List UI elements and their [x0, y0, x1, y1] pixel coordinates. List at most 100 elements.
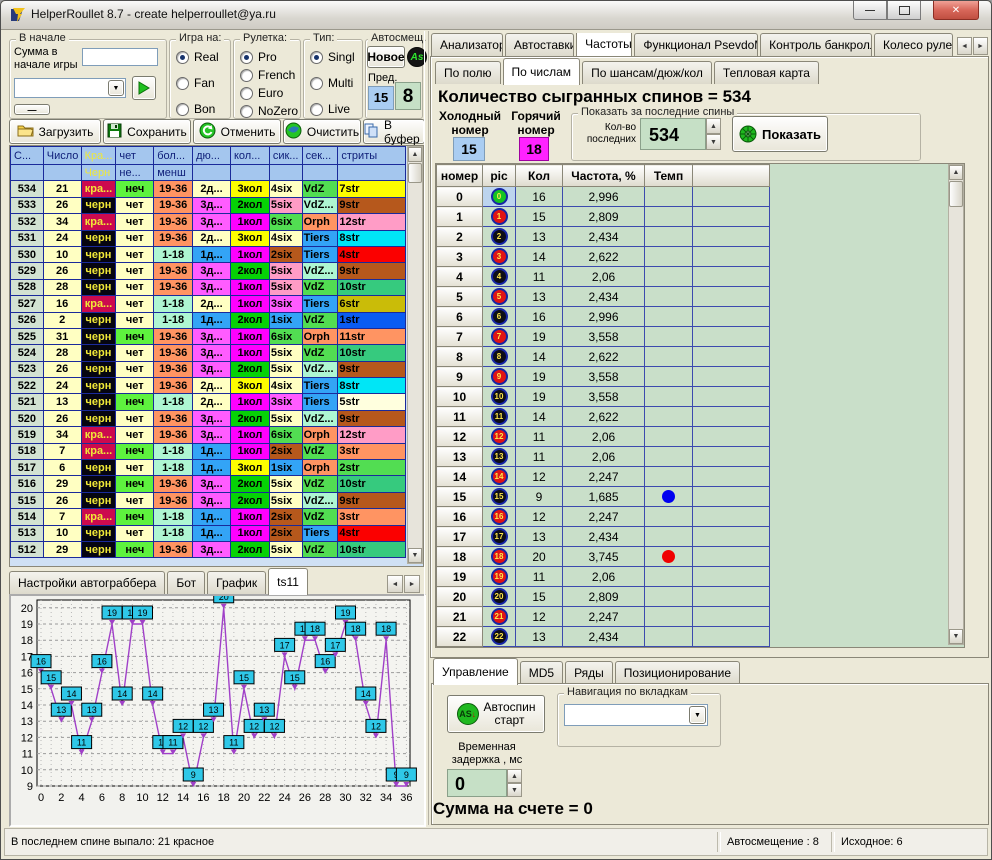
table-row[interactable]: 1111142,622 [437, 407, 770, 427]
tabs-right-arrow-icon[interactable]: ► [404, 575, 420, 593]
radio-singl[interactable]: Singl [310, 50, 355, 64]
radio-real[interactable]: Real [176, 50, 219, 64]
table-row[interactable]: 1717132,434 [437, 527, 770, 547]
table-row[interactable]: 52326чернчет19-363д...2кол5sixVdZ...9str [11, 361, 406, 377]
radio-multi[interactable]: Multi [310, 76, 353, 90]
scroll-down-icon[interactable]: ▼ [408, 548, 422, 563]
freq-scrollbar[interactable]: ▲ ▼ [948, 164, 964, 645]
scroll-up-icon[interactable]: ▲ [408, 147, 422, 162]
table-row[interactable]: 53010чернчет1-181д...1кол2sixTiers4str [11, 246, 406, 262]
freq-scroll-down-icon[interactable]: ▼ [949, 629, 963, 644]
scroll-thumb[interactable] [408, 163, 422, 183]
table-row[interactable]: 5187кра...неч1-181д...1кол2sixVdZ3str [11, 443, 406, 459]
table-row[interactable]: 00162,996 [437, 187, 770, 207]
table-row[interactable]: 52828чернчет19-363д...1кол5sixVdZ10str [11, 279, 406, 295]
delay-spinner-value[interactable]: 0 [447, 769, 507, 797]
table-row[interactable]: 51526чернчет19-363д...2кол5sixVdZ...9str [11, 492, 406, 508]
freq-subtab-1[interactable]: По полю [435, 61, 501, 84]
grabber-tab-1[interactable]: Настройки автограббера [9, 571, 165, 594]
freq-scroll-thumb[interactable] [949, 181, 963, 207]
radio-french[interactable]: French [240, 68, 295, 82]
table-row[interactable]: 52531черннеч19-363д...1кол6sixOrph11str [11, 328, 406, 344]
splitter[interactable] [424, 31, 429, 825]
freq-subtab-3[interactable]: По шансам/дюж/кол [582, 61, 712, 84]
table-row[interactable]: 1414122,247 [437, 467, 770, 487]
tabs-left-arrow-icon[interactable]: ◄ [387, 575, 403, 593]
play-button[interactable] [132, 76, 156, 100]
radio-bon[interactable]: Bon [176, 102, 215, 116]
control-tab-1[interactable]: Управление [433, 658, 518, 685]
table-row[interactable]: 1313112,06 [437, 447, 770, 467]
table-row[interactable]: 5176чернчет1-181д...3кол1sixOrph2str [11, 460, 406, 476]
close-button[interactable]: ✕ [933, 1, 979, 20]
show-button[interactable]: Показать [732, 116, 828, 152]
spinner-down-icon[interactable]: ▼ [507, 783, 522, 797]
toolbar-button-4[interactable]: Очистить [283, 119, 361, 144]
grabber-tab-2[interactable]: Бот [167, 571, 205, 594]
analyzer-tab-6[interactable]: Колесо рулет [874, 33, 953, 56]
nav-combobox[interactable]: ▼ [564, 704, 708, 726]
count-spinner-buttons[interactable]: ▲ ▼ [706, 118, 721, 150]
table-row[interactable]: 53234кра...чет19-363д...1кол6sixOrph12st… [11, 214, 406, 230]
table-row[interactable]: 151591,685 [437, 487, 770, 507]
preset-combobox[interactable]: ▼ [14, 78, 126, 98]
minimize-button[interactable]: — [853, 1, 887, 20]
analyzer-tab-4[interactable]: Функционал PsevdoMS [634, 33, 758, 56]
maximize-button[interactable] [887, 1, 921, 20]
table-row[interactable]: 52428чернчет19-363д...1кол5sixVdZ10str [11, 345, 406, 361]
table-row[interactable]: 88142,622 [437, 347, 770, 367]
toolbar-button-5[interactable]: В буфер [363, 119, 425, 144]
radio-euro[interactable]: Euro [240, 86, 283, 100]
analyzer-tab-3[interactable]: Частоты [576, 33, 632, 56]
table-row[interactable]: 52026чернчет19-363д...2кол5sixVdZ...9str [11, 410, 406, 426]
analyzer-tab-2[interactable]: Автоставки [505, 33, 574, 56]
table-row[interactable]: 2222132,434 [437, 627, 770, 647]
table-row[interactable]: 5262чернчет1-181д...2кол1sixVdZ1str [11, 312, 406, 328]
radio-pro[interactable]: Pro [240, 50, 277, 64]
title-bar[interactable]: HelperRoullet 8.7 - create helperroullet… [1, 1, 991, 30]
autospin-button[interactable]: AS↓ Автоспинстарт [447, 695, 545, 733]
table-row[interactable]: 51629черннеч19-363д...2кол5sixVdZ10str [11, 476, 406, 492]
table-row[interactable]: 52716кра...чет1-182д...1кол3sixTiers6str [11, 296, 406, 312]
toolbar-button-2[interactable]: Сохранить [103, 119, 191, 144]
table-row[interactable]: 51310чернчет1-181д...1кол2sixTiers4str [11, 525, 406, 541]
delay-spinner-buttons[interactable]: ▲ ▼ [507, 769, 522, 797]
table-row[interactable]: 53326чернчет19-363д...2кол5sixVdZ...9str [11, 197, 406, 213]
control-tab-4[interactable]: Позиционирование [615, 661, 740, 684]
spinner-down-icon[interactable]: ▼ [706, 134, 721, 150]
grabber-tab-4[interactable]: ts11 [268, 568, 308, 595]
freq-subtab-4[interactable]: Тепловая карта [714, 61, 819, 84]
freq-scroll-up-icon[interactable]: ▲ [949, 165, 963, 180]
table-row[interactable]: 77193,558 [437, 327, 770, 347]
collapse-button[interactable]: — [14, 104, 50, 115]
spinner-up-icon[interactable]: ▲ [507, 769, 522, 783]
spins-scrollbar[interactable]: ▲ ▼ [407, 146, 423, 564]
table-row[interactable]: 5147кра...неч1-181д...1кол2sixVdZ3str [11, 509, 406, 525]
count-spinner-value[interactable]: 534 [640, 118, 706, 150]
table-row[interactable]: 22132,434 [437, 227, 770, 247]
table-row[interactable]: 52224чернчет19-362д...3кол4sixTiers8str [11, 378, 406, 394]
table-row[interactable]: 52926чернчет19-363д...2кол5sixVdZ...9str [11, 263, 406, 279]
table-row[interactable]: 1919112,06 [437, 567, 770, 587]
table-row[interactable]: 53124чернчет19-362д...3кол4sixTiers8str [11, 230, 406, 246]
rtabs-right-arrow-icon[interactable]: ► [973, 37, 988, 55]
start-sum-input[interactable] [82, 48, 158, 66]
table-row[interactable]: 2121122,247 [437, 607, 770, 627]
freq-subtab-2[interactable]: По числам [503, 58, 581, 85]
grabber-tab-3[interactable]: График [207, 571, 266, 594]
table-row[interactable]: 2020152,809 [437, 587, 770, 607]
table-row[interactable]: 44112,06 [437, 267, 770, 287]
toolbar-button-3[interactable]: Отменить [193, 119, 281, 144]
table-row[interactable]: 1010193,558 [437, 387, 770, 407]
analyzer-tab-1[interactable]: Анализатор [431, 33, 503, 56]
rtabs-left-arrow-icon[interactable]: ◄ [957, 37, 972, 55]
table-row[interactable]: 66162,996 [437, 307, 770, 327]
control-tab-3[interactable]: Ряды [565, 661, 613, 684]
radio-live[interactable]: Live [310, 102, 350, 116]
table-row[interactable]: 51934кра...чет19-363д...1кол6sixOrph12st… [11, 427, 406, 443]
radio-fan[interactable]: Fan [176, 76, 215, 90]
nav-combo-dropdown-button[interactable]: ▼ [689, 706, 706, 724]
table-row[interactable]: 1818203,745 [437, 547, 770, 567]
table-row[interactable]: 52113черннеч1-182д...1кол3sixTiers5str [11, 394, 406, 410]
table-row[interactable]: 51229черннеч19-363д...2кол5sixVdZ10str [11, 541, 406, 557]
